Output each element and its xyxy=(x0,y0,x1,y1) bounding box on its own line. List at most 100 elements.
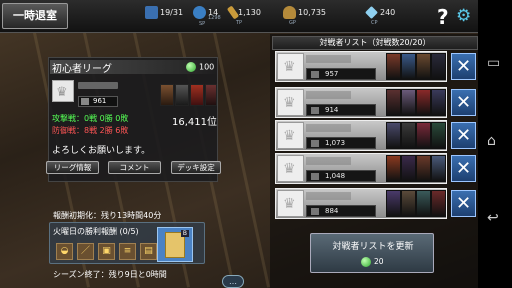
opponent-avatar: ♛ xyxy=(277,190,304,217)
attack-record: 攻撃戦：0戦 0勝 0敗 xyxy=(52,114,129,123)
battle-button[interactable]: ✕ xyxy=(451,89,476,116)
level-icon xyxy=(311,173,319,180)
gp-value: 10,735 xyxy=(298,8,326,17)
gp-label: GP xyxy=(289,20,296,26)
player-comment: よろしくお願いします。 xyxy=(52,146,151,156)
refresh-label: 対戦者リストを更新 xyxy=(332,242,414,252)
scroll-item-icon: ≡ xyxy=(119,243,136,260)
player-avatar: ♛ xyxy=(52,80,74,102)
opponent-card xyxy=(401,89,416,116)
sp-label: SP xyxy=(199,21,206,27)
tp-pen-icon: ／ xyxy=(77,243,94,260)
opponent-card xyxy=(431,155,446,182)
opponent-avatar: ♛ xyxy=(277,53,304,80)
opponent-card xyxy=(401,53,416,80)
crown-icon: ♛ xyxy=(283,196,296,212)
player-rank: 16,411位 xyxy=(172,117,217,128)
deck-settings-button[interactable]: デッキ設定 xyxy=(171,161,221,174)
card-pack-icon: ▤ xyxy=(140,243,157,260)
battle-button[interactable]: ✕ xyxy=(451,190,476,217)
level-icon xyxy=(311,107,319,114)
player-name-redacted xyxy=(78,82,118,89)
level-icon xyxy=(81,98,89,105)
gem-icon xyxy=(361,257,371,267)
back-button[interactable]: 一時退室 xyxy=(2,3,68,29)
opponent-card xyxy=(431,190,446,217)
card-count-value: 19/31 xyxy=(160,8,184,17)
opponent-name-redacted xyxy=(306,55,351,63)
crown-icon: ♛ xyxy=(283,161,296,177)
opponent-level-value: 914 xyxy=(325,106,339,114)
opponent-card xyxy=(431,53,446,80)
cp-value: 240 xyxy=(380,8,396,17)
opponent-card xyxy=(416,190,431,217)
battle-button[interactable]: ✕ xyxy=(451,122,476,149)
opponent-avatar: ♛ xyxy=(277,122,304,149)
gp-icon xyxy=(283,6,296,19)
league-info-button[interactable]: リーグ情報 xyxy=(46,161,99,174)
opponent-level: 957 xyxy=(306,68,376,80)
opponent-card xyxy=(386,190,401,217)
opponent-card xyxy=(401,155,416,182)
deck-card xyxy=(205,84,217,106)
reward-reset-timer: 報酬初期化：残り13時間40分 xyxy=(53,211,162,220)
gear-icon[interactable]: ⚙ xyxy=(456,7,474,25)
refresh-opponents-button[interactable]: 対戦者リストを更新 20 xyxy=(310,233,434,273)
opponent-level: 914 xyxy=(306,104,376,116)
league-points-value: 100 xyxy=(199,62,215,72)
level-icon xyxy=(311,208,319,215)
league-points: 100 xyxy=(186,62,214,72)
opponent-row[interactable]: ♛ 1,073 xyxy=(275,120,447,151)
cp-label: CP xyxy=(371,20,378,26)
level-icon xyxy=(311,71,319,78)
opponent-card xyxy=(416,53,431,80)
opponent-row[interactable]: ♛ 1,048 xyxy=(275,153,447,184)
season-end-timer: シーズン終了：残り9日と0時間 xyxy=(53,270,167,279)
league-title: 初心者リーグ xyxy=(52,64,112,75)
deck-card xyxy=(190,84,204,106)
opponent-row[interactable]: ♛ 957 xyxy=(275,51,447,82)
opponent-level-value: 1,048 xyxy=(325,172,346,180)
opponent-card xyxy=(386,89,401,116)
opponent-level-value: 957 xyxy=(325,70,339,78)
crown-icon: ♛ xyxy=(56,85,68,100)
deck-card xyxy=(160,84,174,106)
opponent-name-redacted xyxy=(306,157,351,165)
opponent-card xyxy=(401,122,416,149)
comment-button[interactable]: コメント xyxy=(108,161,161,174)
refresh-cost-value: 20 xyxy=(374,257,384,266)
tp-stat: 1,130 TP xyxy=(226,5,261,26)
chat-icon[interactable]: … xyxy=(222,275,244,288)
level-icon xyxy=(311,140,319,147)
battle-button[interactable]: ✕ xyxy=(451,53,476,80)
card-icon xyxy=(145,6,158,19)
battle-button[interactable]: ✕ xyxy=(451,155,476,182)
opponent-card xyxy=(431,122,446,149)
opponent-card xyxy=(431,89,446,116)
next-reward-card[interactable]: B xyxy=(157,227,193,262)
tp-label: TP xyxy=(236,20,243,26)
home-icon[interactable]: ⌂ xyxy=(487,133,496,149)
opponent-avatar: ♛ xyxy=(277,89,304,116)
opponent-row[interactable]: ♛ 884 xyxy=(275,188,447,219)
crown-icon: ♛ xyxy=(283,59,296,75)
top-status-bar: 一時退室 19/31 14 1298 SP 1,130 TP 10,735 GP… xyxy=(0,0,478,33)
opponent-name-redacted xyxy=(306,192,351,200)
defense-record: 防御戦：8戦 2勝 6敗 xyxy=(52,126,129,135)
player-level-value: 961 xyxy=(93,97,107,105)
tp-value: 1,130 xyxy=(238,8,261,17)
crown-icon: ♛ xyxy=(283,95,296,111)
back-arrow-icon[interactable]: ↩ xyxy=(487,210,499,226)
cp-icon xyxy=(365,6,378,19)
opponent-card xyxy=(386,53,401,80)
opponent-card xyxy=(416,89,431,116)
game-screen: 一時退室 19/31 14 1298 SP 1,130 TP 10,735 GP… xyxy=(0,0,512,288)
opponent-row[interactable]: ♛ 914 xyxy=(275,87,447,118)
camera-item-icon: ▣ xyxy=(98,243,115,260)
reward-badge: B xyxy=(180,230,189,237)
opponent-level: 1,073 xyxy=(306,137,376,149)
recent-apps-icon[interactable]: ▭ xyxy=(487,55,500,71)
help-icon[interactable]: ? xyxy=(437,6,455,28)
opponent-level: 1,048 xyxy=(306,170,376,182)
opponent-name-redacted xyxy=(306,91,351,99)
